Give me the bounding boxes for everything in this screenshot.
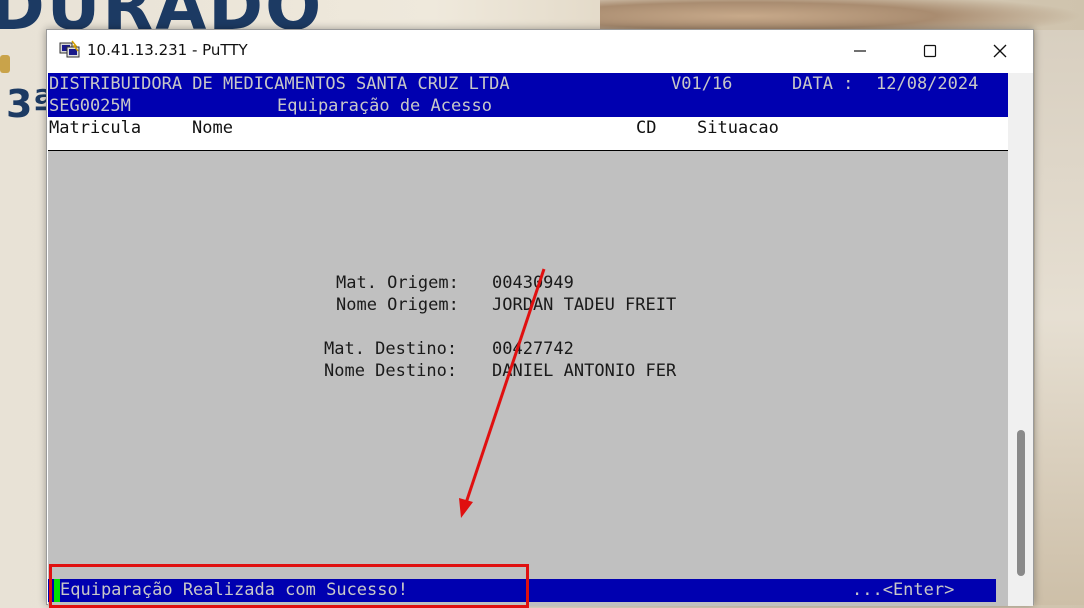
terminal-screen[interactable]: DISTRIBUIDORA DE MEDICAMENTOS SANTA CRUZ…	[48, 73, 1008, 606]
company-name: DISTRIBUIDORA DE MEDICAMENTOS SANTA CRUZ…	[49, 74, 510, 94]
date-value: 12/08/2024	[876, 74, 979, 94]
desktop-wallpaper-edge	[1035, 30, 1084, 605]
enter-prompt: ...<Enter>	[852, 580, 955, 600]
mat-destino-row: Mat. Destino: 00427742	[48, 338, 1008, 360]
close-icon	[993, 44, 1007, 58]
header-separator	[48, 150, 1008, 151]
mat-destino-label: Mat. Destino:	[324, 339, 458, 359]
maximize-icon	[923, 44, 937, 58]
wallpaper-coin-graphic	[0, 55, 10, 73]
header-row-2: SEG0025M Equiparação de Acesso	[48, 95, 1008, 117]
nome-origem-row: Nome Origem: JORDAN TADEU FREIT	[48, 294, 1008, 316]
highlight-box	[49, 564, 529, 608]
window-title: 10.41.13.231 - PuTTY	[87, 41, 248, 59]
program-code: SEG0025M	[49, 96, 131, 116]
close-button[interactable]	[977, 30, 1023, 72]
version-label: V01/16	[671, 74, 733, 94]
nome-destino-label: Nome Destino:	[324, 361, 458, 381]
window-titlebar[interactable]: 10.41.13.231 - PuTTY	[47, 30, 1033, 72]
nome-destino-value: DANIEL ANTONIO FER	[492, 361, 677, 381]
minimize-icon	[854, 50, 866, 52]
nome-destino-row: Nome Destino: DANIEL ANTONIO FER	[48, 360, 1008, 382]
maximize-button[interactable]	[907, 30, 953, 72]
screen-title: Equiparação de Acesso	[277, 96, 492, 116]
minimize-button[interactable]	[837, 30, 883, 72]
mat-origem-row: Mat. Origem: 00430949	[48, 272, 1008, 294]
nome-origem-value: JORDAN TADEU FREIT	[492, 295, 677, 315]
nome-origem-label: Nome Origem:	[336, 295, 459, 315]
putty-window: 10.41.13.231 - PuTTY DISTRIBUIDORA DE ME…	[46, 29, 1034, 606]
column-situacao: Situacao	[697, 118, 779, 138]
header-row-1: DISTRIBUIDORA DE MEDICAMENTOS SANTA CRUZ…	[48, 73, 1008, 95]
mat-origem-label: Mat. Origem:	[336, 273, 459, 293]
column-matricula: Matricula	[49, 118, 142, 138]
scrollbar-thumb[interactable]	[1017, 430, 1025, 576]
putty-icon[interactable]	[59, 40, 81, 60]
terminal-scrollbar[interactable]	[1008, 73, 1033, 606]
column-nome: Nome	[192, 118, 233, 138]
column-header-row: Matricula Nome CD Situacao	[48, 117, 1008, 150]
mat-origem-value: 00430949	[492, 273, 574, 293]
column-cd: CD	[636, 118, 657, 138]
mat-destino-value: 00427742	[492, 339, 574, 359]
date-label: DATA :	[792, 74, 854, 94]
